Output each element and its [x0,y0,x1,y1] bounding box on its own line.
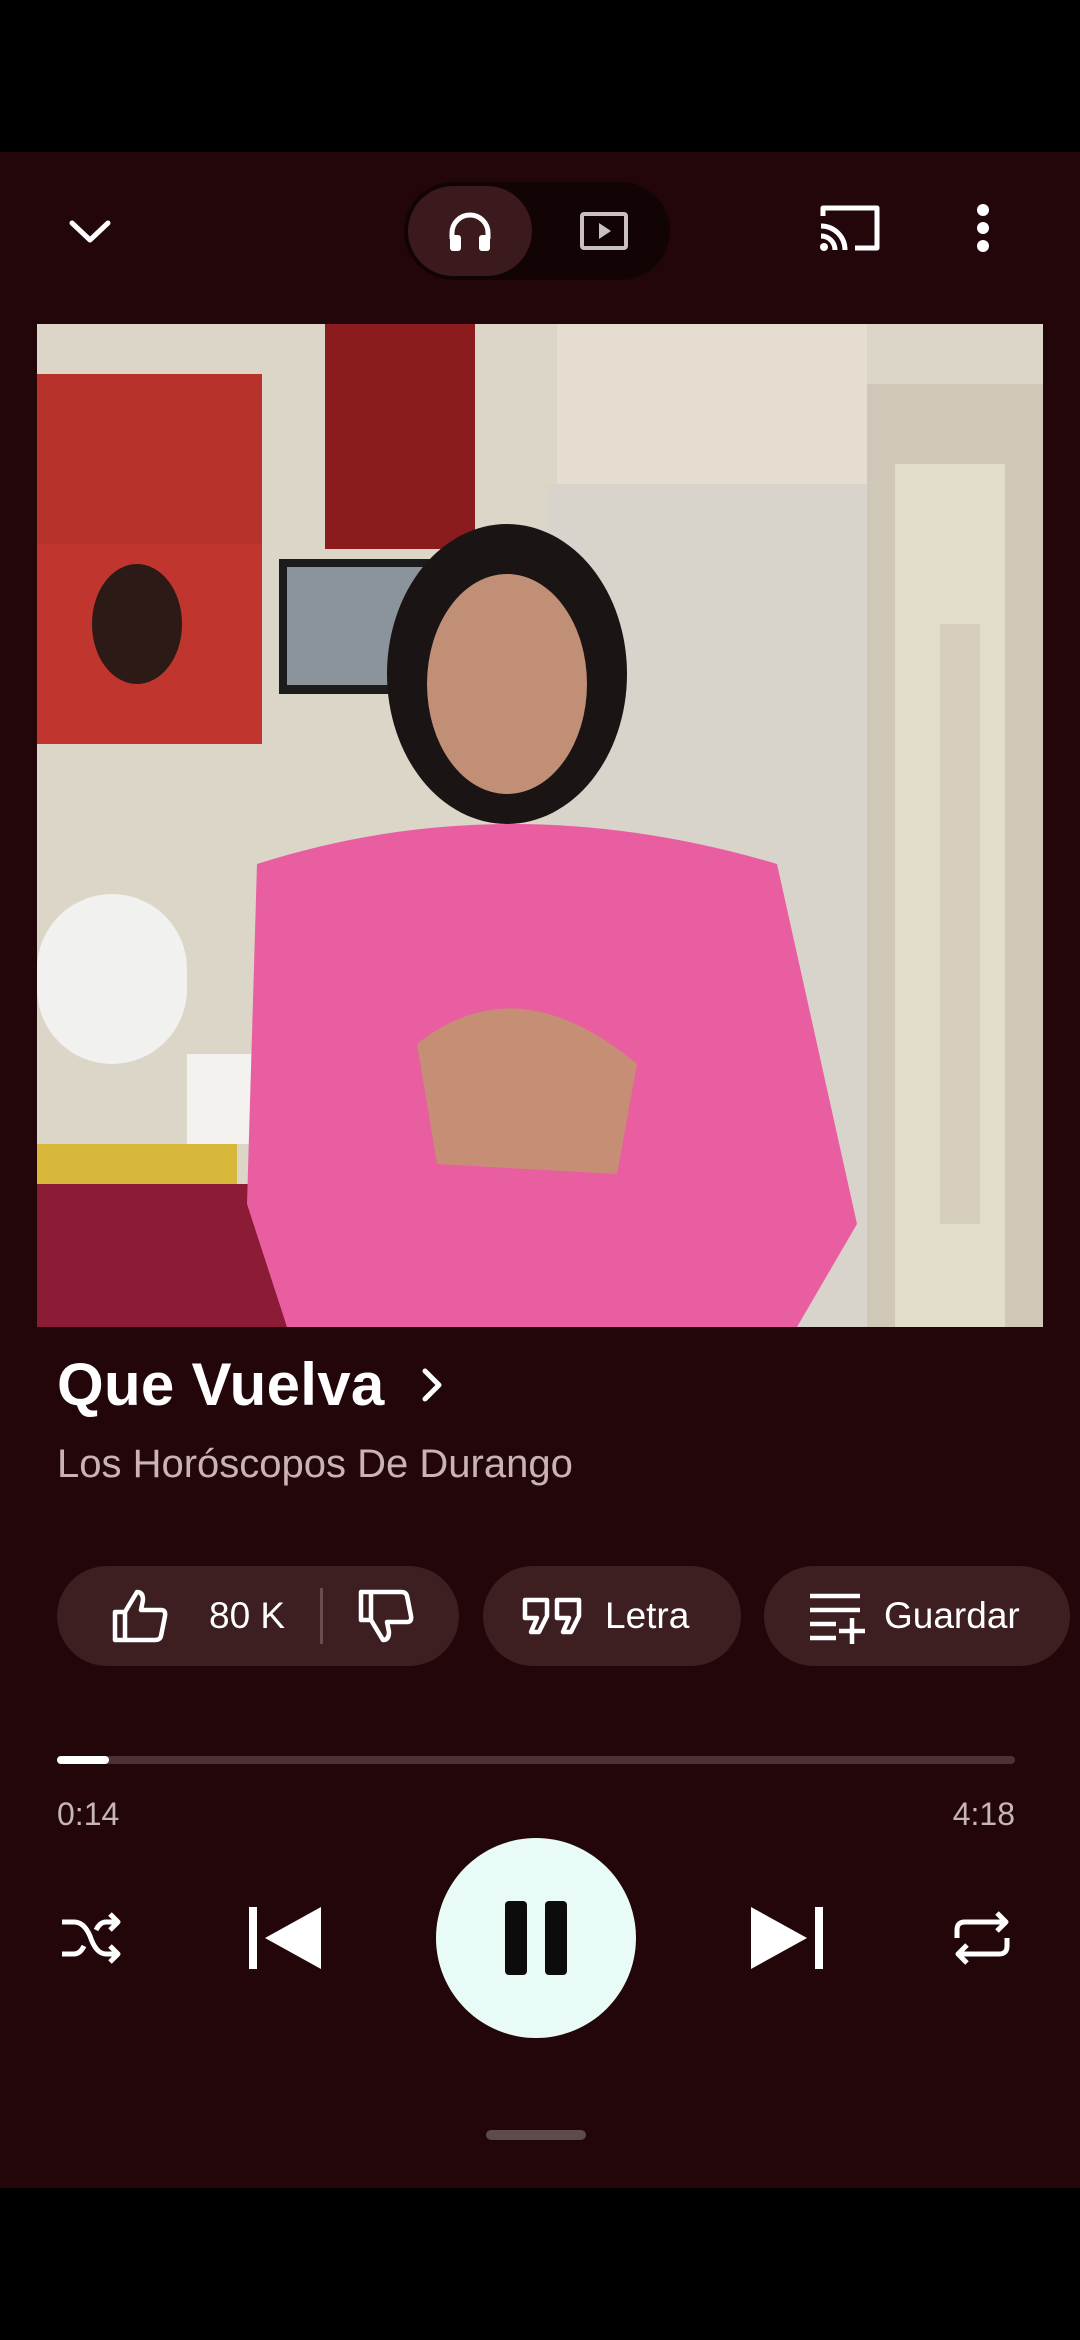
lyrics-button[interactable]: Letra [483,1566,741,1666]
shuffle-button[interactable] [50,1898,130,1978]
skip-previous-icon [249,1907,321,1969]
thumbs-down-icon [358,1589,414,1643]
total-duration: 4:18 [952,1796,1015,1832]
skip-next-icon [751,1907,823,1969]
thumbs-up-icon [112,1589,168,1643]
video-mode-button[interactable] [542,186,666,276]
chevron-right-icon [422,1368,442,1401]
song-title: Que Vuelva [57,1351,385,1418]
more-vertical-icon [977,204,989,252]
artwork-scene [37,324,1043,1327]
pause-icon [505,1901,567,1975]
like-button[interactable]: 80 K [57,1566,285,1666]
artist-name[interactable]: Los Horóscopos De Durango [57,1442,573,1487]
repeat-icon [954,1911,1010,1965]
save-label: Guardar [884,1595,1020,1636]
repeat-button[interactable] [942,1898,1022,1978]
dislike-button[interactable] [353,1586,419,1646]
pause-button[interactable] [436,1838,636,2038]
like-count: 80 K [209,1595,286,1636]
lyrics-label: Letra [605,1595,690,1636]
audio-video-toggle [404,182,670,280]
previous-track-button[interactable] [240,1893,330,1983]
audio-mode-button[interactable] [408,186,532,276]
quote-icon [522,1597,582,1635]
more-options-button[interactable] [950,188,1016,268]
video-icon [580,212,628,250]
album-artwork [37,324,1043,1327]
elapsed-time: 0:14 [57,1796,120,1832]
song-title-row[interactable]: Que Vuelva [57,1350,453,1419]
playlist-add-icon [810,1593,865,1644]
next-track-button[interactable] [742,1893,832,1983]
shuffle-icon [62,1912,121,1964]
collapse-button[interactable] [50,192,130,272]
headphones-icon [449,212,491,251]
chevron-down-icon [69,220,111,243]
progress-fill [57,1756,109,1764]
cast-icon [820,205,880,251]
cast-button[interactable] [810,188,890,268]
bottom-sheet-handle[interactable] [486,2130,586,2140]
chip-divider [320,1588,323,1644]
now-playing-screen: Que Vuelva Los Horóscopos De Durango 80 … [0,152,1080,2188]
like-dislike-chip: 80 K [57,1566,459,1666]
progress-bar[interactable] [57,1756,1015,1764]
save-to-playlist-button[interactable]: Guardar [764,1566,1070,1666]
